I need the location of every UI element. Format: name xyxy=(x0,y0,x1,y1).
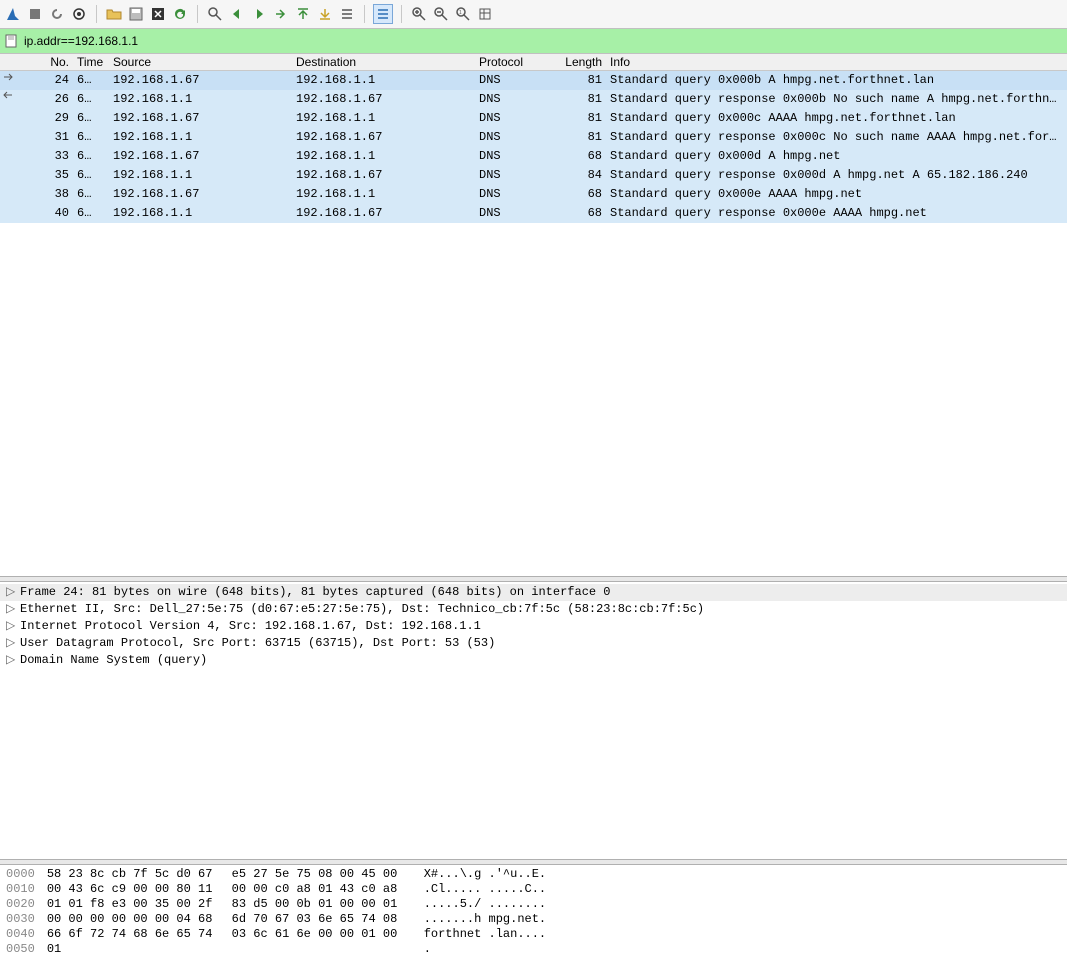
stop-capture-icon[interactable] xyxy=(26,5,44,23)
go-forward-icon[interactable] xyxy=(250,5,268,23)
save-file-icon[interactable] xyxy=(127,5,145,23)
col-header-no[interactable]: No. xyxy=(0,54,73,70)
col-header-destination[interactable]: Destination xyxy=(292,54,475,70)
packet-row[interactable]: 246…192.168.1.67192.168.1.1DNS81Standard… xyxy=(0,71,1067,90)
svg-text:1: 1 xyxy=(459,10,462,16)
expand-triangle-icon[interactable]: ▷ xyxy=(6,584,16,601)
go-back-icon[interactable] xyxy=(228,5,246,23)
colorize-icon[interactable] xyxy=(373,4,393,24)
zoom-reset-icon[interactable]: 1 xyxy=(454,5,472,23)
expand-triangle-icon[interactable]: ▷ xyxy=(6,652,16,669)
tree-item-label: Internet Protocol Version 4, Src: 192.16… xyxy=(20,618,481,635)
go-last-icon[interactable] xyxy=(316,5,334,23)
zoom-in-icon[interactable] xyxy=(410,5,428,23)
packet-bytes-pane[interactable]: 000058 23 8c cb 7f 5c d0 67 e5 27 5e 75 … xyxy=(0,865,1067,970)
col-header-info[interactable]: Info xyxy=(606,54,1067,70)
hex-line[interactable]: 002001 01 f8 e3 00 35 00 2f 83 d5 00 0b … xyxy=(6,897,1061,912)
expand-triangle-icon[interactable]: ▷ xyxy=(6,618,16,635)
packet-row[interactable]: 336…192.168.1.67192.168.1.1DNS68Standard… xyxy=(0,147,1067,166)
hex-line[interactable]: 005001 . xyxy=(6,942,1061,957)
tree-item[interactable]: ▷Ethernet II, Src: Dell_27:5e:75 (d0:67:… xyxy=(0,601,1067,618)
tree-item-label: Ethernet II, Src: Dell_27:5e:75 (d0:67:e… xyxy=(20,601,704,618)
col-header-protocol[interactable]: Protocol xyxy=(475,54,543,70)
tree-item-label: Domain Name System (query) xyxy=(20,652,207,669)
packet-row[interactable]: 296…192.168.1.67192.168.1.1DNS81Standard… xyxy=(0,109,1067,128)
tree-item-label: User Datagram Protocol, Src Port: 63715 … xyxy=(20,635,495,652)
packet-row[interactable]: 406…192.168.1.1192.168.1.67DNS68Standard… xyxy=(0,204,1067,223)
main-toolbar: 1 xyxy=(0,0,1067,29)
packet-row[interactable]: 266…192.168.1.1192.168.1.67DNS81Standard… xyxy=(0,90,1067,109)
col-header-source[interactable]: Source xyxy=(109,54,292,70)
tree-item[interactable]: ▷Internet Protocol Version 4, Src: 192.1… xyxy=(0,618,1067,635)
packet-list-pane[interactable]: No. Time Source Destination Protocol Len… xyxy=(0,54,1067,576)
restart-capture-icon[interactable] xyxy=(48,5,66,23)
display-filter-bar xyxy=(0,29,1067,54)
packet-list-header: No. Time Source Destination Protocol Len… xyxy=(0,54,1067,71)
auto-scroll-icon[interactable] xyxy=(338,5,356,23)
shark-fin-icon[interactable] xyxy=(4,5,22,23)
go-to-packet-icon[interactable] xyxy=(272,5,290,23)
filter-bookmark-icon[interactable] xyxy=(4,34,18,48)
go-first-icon[interactable] xyxy=(294,5,312,23)
packet-details-pane[interactable]: ▷Frame 24: 81 bytes on wire (648 bits), … xyxy=(0,582,1067,859)
zoom-out-icon[interactable] xyxy=(432,5,450,23)
hex-line[interactable]: 004066 6f 72 74 68 6e 65 74 03 6c 61 6e … xyxy=(6,927,1061,942)
tree-item[interactable]: ▷Domain Name System (query) xyxy=(0,652,1067,669)
col-header-length[interactable]: Length xyxy=(543,54,606,70)
close-file-icon[interactable] xyxy=(149,5,167,23)
find-packet-icon[interactable] xyxy=(206,5,224,23)
packet-row[interactable]: 386…192.168.1.67192.168.1.1DNS68Standard… xyxy=(0,185,1067,204)
hex-line[interactable]: 001000 43 6c c9 00 00 80 11 00 00 c0 a8 … xyxy=(6,882,1061,897)
hex-line[interactable]: 003000 00 00 00 00 00 04 68 6d 70 67 03 … xyxy=(6,912,1061,927)
tree-item[interactable]: ▷Frame 24: 81 bytes on wire (648 bits), … xyxy=(0,584,1067,601)
tree-item[interactable]: ▷User Datagram Protocol, Src Port: 63715… xyxy=(0,635,1067,652)
col-header-time[interactable]: Time xyxy=(73,54,109,70)
packet-row[interactable]: 316…192.168.1.1192.168.1.67DNS81Standard… xyxy=(0,128,1067,147)
resize-columns-icon[interactable] xyxy=(476,5,494,23)
display-filter-input[interactable] xyxy=(22,33,1063,49)
expand-triangle-icon[interactable]: ▷ xyxy=(6,635,16,652)
expand-triangle-icon[interactable]: ▷ xyxy=(6,601,16,618)
reload-file-icon[interactable] xyxy=(171,5,189,23)
capture-options-icon[interactable] xyxy=(70,5,88,23)
tree-item-label: Frame 24: 81 bytes on wire (648 bits), 8… xyxy=(20,584,611,601)
hex-line[interactable]: 000058 23 8c cb 7f 5c d0 67 e5 27 5e 75 … xyxy=(6,867,1061,882)
open-file-icon[interactable] xyxy=(105,5,123,23)
packet-row[interactable]: 356…192.168.1.1192.168.1.67DNS84Standard… xyxy=(0,166,1067,185)
